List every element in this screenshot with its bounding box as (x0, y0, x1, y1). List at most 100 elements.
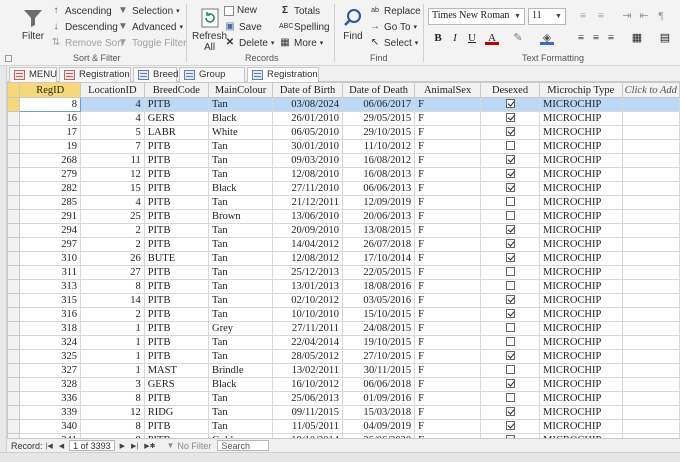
row-selector[interactable] (7, 363, 21, 378)
row-selector[interactable] (7, 209, 21, 224)
cell-date-of-death[interactable]: 27/10/2015 (342, 349, 416, 364)
cell-maincolour[interactable]: Tan (207, 405, 274, 420)
cell-date-of-birth[interactable]: 28/05/2012 (272, 349, 344, 364)
cell-date-of-birth[interactable]: 30/01/2010 (272, 139, 344, 154)
tab-group-table[interactable]: Group Table (179, 67, 245, 93)
cell-desexed[interactable] (480, 111, 540, 126)
cell-maincolour[interactable]: Tan (207, 153, 274, 168)
desexed-checkbox[interactable] (505, 127, 515, 137)
cell-date-of-birth[interactable]: 10/10/2010 (272, 307, 344, 322)
cell-date-of-death[interactable]: 24/08/2015 (342, 321, 416, 336)
column-header-desexed[interactable]: Desexed (480, 82, 540, 98)
cell-date-of-birth[interactable]: 11/05/2011 (272, 419, 344, 434)
cell-date-of-death[interactable]: 26/07/2018 (342, 237, 416, 252)
cell-regid[interactable]: 297 (19, 237, 82, 252)
table-row[interactable]: 285 4 PITB Tan 21/12/2011 12/09/2019 F MICROCHI… (7, 195, 680, 210)
cell-maincolour[interactable]: Tan (207, 223, 274, 238)
cell-microchip-type[interactable]: MICROCHIP (539, 167, 623, 182)
desexed-checkbox[interactable] (505, 337, 515, 347)
cell-locationid[interactable]: 4 (80, 111, 145, 126)
row-selector[interactable] (7, 195, 21, 210)
save-button[interactable]: ▣ Save (224, 21, 262, 33)
dialog-launcher-icon[interactable] (5, 55, 12, 62)
table-row[interactable]: 318 1 PITB Grey 27/11/2011 24/08/2015 F MICROCH… (7, 321, 680, 336)
descending-button[interactable]: ↓ Descending (50, 21, 118, 33)
cell-animalsex[interactable]: F (414, 419, 482, 434)
cell-date-of-death[interactable]: 29/10/2015 (342, 125, 416, 140)
cell-animalsex[interactable]: F (414, 363, 482, 378)
cell-breedcode[interactable]: PITB (143, 293, 209, 308)
cell-date-of-death[interactable]: 20/06/2013 (342, 209, 416, 224)
cell-microchip-type[interactable]: MICROCHIP (539, 335, 623, 350)
desexed-checkbox[interactable] (505, 113, 515, 123)
cell-maincolour[interactable]: Tan (207, 97, 274, 112)
cell-click-to-add[interactable] (621, 391, 680, 406)
cell-breedcode[interactable]: BUTE (143, 251, 209, 266)
column-header-date-of-birth[interactable]: Date of Birth (272, 82, 344, 98)
table-row[interactable]: 339 12 RIDG Tan 09/11/2015 15/03/2018 F MICROCH… (7, 405, 680, 420)
row-selector[interactable] (7, 111, 21, 126)
row-selector[interactable] (7, 321, 21, 336)
cell-date-of-birth[interactable]: 09/11/2015 (272, 405, 344, 420)
cell-animalsex[interactable]: F (414, 223, 482, 238)
cell-click-to-add[interactable] (621, 223, 680, 238)
cell-regid[interactable]: 17 (19, 125, 82, 140)
last-record-icon[interactable]: ▶| (128, 442, 141, 450)
cell-date-of-birth[interactable]: 14/04/2012 (272, 237, 344, 252)
cell-desexed[interactable] (480, 209, 540, 224)
desexed-checkbox[interactable] (505, 141, 515, 151)
next-record-icon[interactable]: ▶ (117, 442, 128, 450)
background-color-icon[interactable]: ◈ (540, 31, 554, 45)
cell-microchip-type[interactable]: MICROCHIP (539, 293, 623, 308)
cell-locationid[interactable]: 1 (80, 335, 145, 350)
tab-registration-form[interactable]: Registration (59, 67, 131, 82)
cell-desexed[interactable] (480, 167, 540, 182)
cell-desexed[interactable] (480, 181, 540, 196)
desexed-checkbox[interactable] (505, 197, 515, 207)
row-selector[interactable] (7, 265, 21, 280)
filter-button[interactable]: Filter (20, 5, 46, 42)
cell-desexed[interactable] (480, 363, 540, 378)
cell-maincolour[interactable]: Tan (207, 195, 274, 210)
cell-click-to-add[interactable] (621, 377, 680, 392)
cell-maincolour[interactable]: Black (207, 111, 274, 126)
cell-click-to-add[interactable] (621, 251, 680, 266)
row-selector[interactable] (7, 237, 21, 252)
cell-breedcode[interactable]: PITB (143, 335, 209, 350)
cell-desexed[interactable] (480, 377, 540, 392)
row-selector[interactable] (7, 153, 21, 168)
cell-breedcode[interactable]: LABR (143, 125, 209, 140)
chevron-down-icon[interactable]: ▼ (512, 10, 523, 23)
cell-microchip-type[interactable]: MICROCHIP (539, 139, 623, 154)
cell-desexed[interactable] (480, 139, 540, 154)
cell-breedcode[interactable]: PITB (143, 307, 209, 322)
cell-click-to-add[interactable] (621, 349, 680, 364)
cell-date-of-death[interactable]: 13/08/2015 (342, 223, 416, 238)
cell-microchip-type[interactable]: MICROCHIP (539, 209, 623, 224)
select-all-cell[interactable] (7, 82, 21, 98)
cell-regid[interactable]: 310 (19, 251, 82, 266)
cell-animalsex[interactable]: F (414, 279, 482, 294)
row-selector[interactable] (7, 307, 21, 322)
cell-locationid[interactable]: 1 (80, 321, 145, 336)
cell-breedcode[interactable]: PITB (143, 391, 209, 406)
column-header-animalsex[interactable]: AnimalSex (414, 82, 482, 98)
outdent-icon[interactable]: ⇤ (637, 9, 651, 23)
row-selector[interactable] (7, 405, 21, 420)
cell-microchip-type[interactable]: MICROCHIP (539, 363, 623, 378)
cell-date-of-birth[interactable]: 06/05/2010 (272, 125, 344, 140)
cell-locationid[interactable]: 11 (80, 153, 145, 168)
cell-animalsex[interactable]: F (414, 265, 482, 280)
desexed-checkbox[interactable] (505, 253, 515, 263)
row-selector[interactable] (7, 181, 21, 196)
row-selector[interactable] (7, 97, 21, 112)
cell-click-to-add[interactable] (621, 419, 680, 434)
cell-date-of-death[interactable]: 29/05/2015 (342, 111, 416, 126)
cell-desexed[interactable] (480, 419, 540, 434)
cell-animalsex[interactable]: F (414, 335, 482, 350)
cell-date-of-birth[interactable]: 09/03/2010 (272, 153, 344, 168)
cell-regid[interactable]: 339 (19, 405, 82, 420)
cell-locationid[interactable]: 25 (80, 209, 145, 224)
cell-regid[interactable]: 340 (19, 419, 82, 434)
cell-regid[interactable]: 268 (19, 153, 82, 168)
